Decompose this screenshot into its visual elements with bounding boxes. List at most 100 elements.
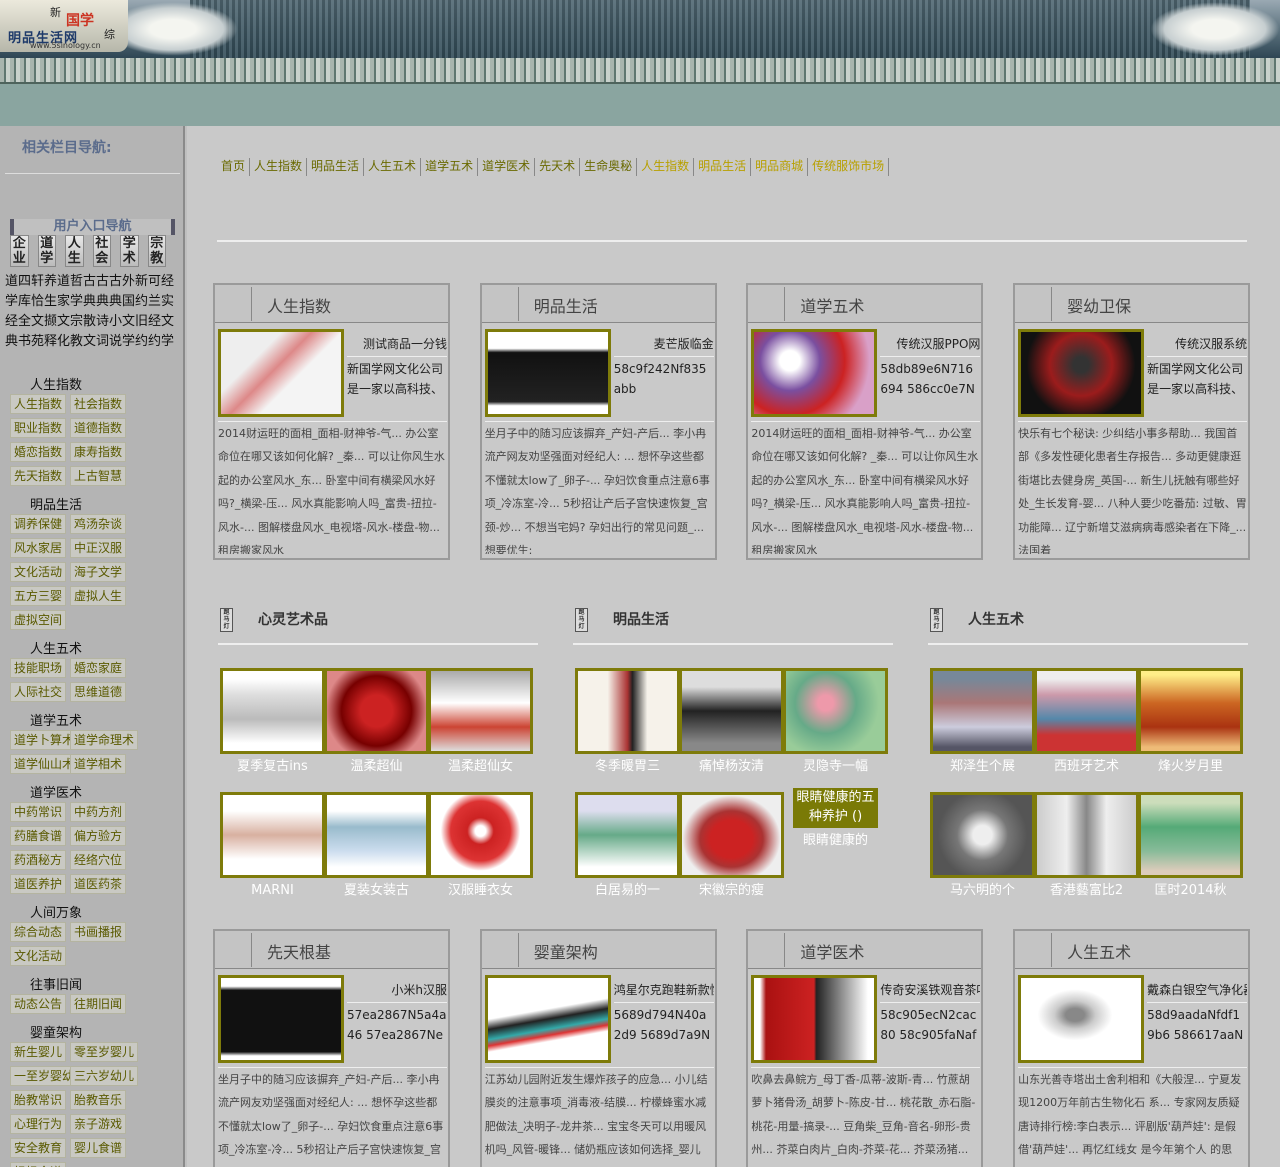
- sidebar-link[interactable]: 文化活动: [10, 562, 67, 582]
- sidebar-link[interactable]: 三六岁幼儿: [70, 1066, 139, 1086]
- panel-title-text[interactable]: 婴童架构: [534, 939, 598, 963]
- sidebar-link[interactable]: 药酒秘方: [10, 850, 67, 870]
- top-nav-item[interactable]: 人生指数: [250, 158, 308, 176]
- thumbnail-caption[interactable]: 宋徽宗的瘦: [679, 882, 784, 900]
- sidebar-link[interactable]: 虚拟人生: [70, 586, 127, 606]
- panel-title[interactable]: 婴童架构: [481, 931, 715, 969]
- sidebar-link[interactable]: 综合动态: [10, 922, 67, 942]
- panel-title[interactable]: 道学五术: [748, 285, 982, 323]
- sidebar-link[interactable]: 妈妈食谱: [10, 1162, 67, 1167]
- section-thumbnail[interactable]: [930, 668, 1035, 754]
- thumbnail-caption[interactable]: 温柔超仙女: [428, 758, 533, 776]
- section-title[interactable]: 心灵艺术品: [258, 612, 328, 628]
- panel-title[interactable]: 人生指数: [215, 285, 448, 323]
- panel-product-desc[interactable]: 58c905ecN2cac80 58c905faNaf15792: [880, 1005, 980, 1047]
- section-thumbnail[interactable]: [324, 792, 429, 878]
- thumbnail-caption[interactable]: 汉服睡衣女: [428, 882, 533, 900]
- thumbnail-caption[interactable]: 郑泽生个展: [930, 758, 1035, 776]
- panel-product-image[interactable]: [484, 975, 611, 1063]
- sidebar-link[interactable]: 中药方剂: [70, 802, 127, 822]
- panel-article-list[interactable]: 山东光善寺塔出土舍利相和《大般涅... 宁夏发现1200万年前古生物化石 系..…: [1018, 1067, 1248, 1167]
- sidebar-link[interactable]: 药膳食谱: [10, 826, 67, 846]
- panel-product-image[interactable]: [1018, 975, 1145, 1063]
- section-title[interactable]: 人生五术: [968, 612, 1024, 628]
- sidebar-link[interactable]: 职业指数: [10, 418, 67, 438]
- sidebar-link[interactable]: 调养保健: [10, 514, 67, 534]
- thumbnail-caption[interactable]: 西班牙艺术: [1034, 758, 1139, 776]
- sidebar-link[interactable]: 经络穴位: [70, 850, 127, 870]
- panel-title-text[interactable]: 先天根基: [267, 939, 331, 963]
- sidebar-link[interactable]: 技能职场: [10, 658, 67, 678]
- section-thumbnail[interactable]: [1138, 792, 1243, 878]
- thumbnail-caption[interactable]: 温柔超仙: [324, 758, 429, 776]
- thumbnail-caption[interactable]: MARNI: [220, 882, 325, 900]
- sidebar-link[interactable]: 安全教育: [10, 1138, 67, 1158]
- section-thumbnail[interactable]: [428, 792, 533, 878]
- sidebar-link[interactable]: 思维道德: [70, 682, 127, 702]
- sidebar-link[interactable]: 风水家居: [10, 538, 67, 558]
- top-nav-item[interactable]: 人生指数: [637, 158, 695, 176]
- section-header[interactable]: 跑马灯 人生五术: [930, 608, 1024, 632]
- user-entry-button[interactable]: 社会: [92, 235, 111, 267]
- panel-product-name[interactable]: 麦芒版临金: [613, 335, 714, 357]
- top-nav-item[interactable]: 明品商城: [751, 158, 809, 176]
- panel-article-list[interactable]: 坐月子中的随习应该摒弃_产妇-产后... 李小冉流产网友劝坚强面对经纪人: ..…: [484, 421, 714, 554]
- sidebar-link[interactable]: 婚恋家庭: [70, 658, 127, 678]
- sidebar-link[interactable]: 零至岁婴儿: [70, 1042, 139, 1062]
- sidebar-link[interactable]: 人际社交: [10, 682, 67, 702]
- user-entry-word-row[interactable]: 学库恰生家学典典典国约兰实: [5, 292, 183, 312]
- thumbnail-caption[interactable]: 冬季暖胃三: [575, 758, 680, 776]
- panel-product-image[interactable]: [751, 975, 878, 1063]
- panel-product-image[interactable]: [218, 329, 344, 417]
- thumbnail-caption[interactable]: 夏装女装古: [324, 882, 429, 900]
- panel-title-text[interactable]: 人生五术: [1067, 939, 1131, 963]
- section-title[interactable]: 明品生活: [613, 612, 669, 628]
- top-nav-item[interactable]: 道学医术: [478, 158, 536, 176]
- section-thumbnail[interactable]: [930, 792, 1035, 878]
- section-thumbnail[interactable]: [220, 792, 325, 878]
- panel-product-desc[interactable]: 58c9f242Nf835abb: [614, 359, 714, 401]
- sidebar-link[interactable]: 婴儿食谱: [70, 1138, 127, 1158]
- sidebar-link[interactable]: 上古智慧: [70, 466, 127, 486]
- user-entry-button[interactable]: 道学: [37, 235, 56, 267]
- panel-product-desc[interactable]: 5689d794N40a2d9 5689d7a9Nd2d48f: [614, 1005, 714, 1047]
- panel-product-desc[interactable]: 58d9aadaNfdf19b6 586617aaN888b29: [1147, 1005, 1247, 1047]
- sidebar-link[interactable]: 人生指数: [10, 394, 67, 414]
- sidebar-link[interactable]: 虚拟空间: [10, 610, 67, 630]
- panel-product-image[interactable]: [218, 975, 344, 1063]
- sidebar-link[interactable]: 中药常识: [10, 802, 67, 822]
- site-logo[interactable]: 新 国学 明品生活网 综 www.5sinology.cn: [0, 0, 128, 52]
- thumbnail-caption[interactable]: 痛悼杨汝清: [679, 758, 784, 776]
- sidebar-link[interactable]: 往期旧闻: [70, 994, 127, 1014]
- sidebar-link[interactable]: 道学命理术: [70, 730, 139, 750]
- thumbnail-caption[interactable]: 香港藝富比2: [1034, 882, 1139, 900]
- sidebar-link[interactable]: 鸡汤杂谈: [70, 514, 127, 534]
- panel-title[interactable]: 先天根基: [215, 931, 448, 969]
- panel-title-text[interactable]: 人生指数: [267, 293, 331, 317]
- sidebar-link[interactable]: 文化活动: [10, 946, 67, 966]
- panel-title-text[interactable]: 婴幼卫保: [1067, 293, 1131, 317]
- thumbnail-caption[interactable]: 夏季复古ins: [220, 758, 325, 776]
- sidebar-link[interactable]: 亲子游戏: [70, 1114, 127, 1134]
- thumbnail-caption[interactable]: 白居易的一: [575, 882, 680, 900]
- panel-product-name[interactable]: 传统汉服系统: [1147, 335, 1248, 357]
- sidebar-link[interactable]: 胎教音乐: [70, 1090, 127, 1110]
- thumbnail-caption[interactable]: 匡时2014秋: [1138, 882, 1243, 900]
- sidebar-link[interactable]: 动态公告: [10, 994, 67, 1014]
- section-thumbnail[interactable]: [679, 668, 784, 754]
- user-entry-word-row[interactable]: 道四轩养道哲古古古外新可经: [5, 272, 183, 292]
- panel-product-image[interactable]: [1018, 329, 1145, 417]
- section-thumbnail[interactable]: [324, 668, 429, 754]
- top-nav-item[interactable]: 明品生活: [694, 158, 752, 176]
- panel-title-text[interactable]: 道学五术: [800, 293, 864, 317]
- panel-product-name[interactable]: 传奇安溪铁观音茶叶: [880, 981, 981, 1003]
- sidebar-link[interactable]: 心理行为: [10, 1114, 67, 1134]
- sidebar-link[interactable]: 道医养护: [10, 874, 67, 894]
- sidebar-link[interactable]: 道学仙山术: [10, 754, 79, 774]
- sidebar-link[interactable]: 一至岁婴幼: [10, 1066, 79, 1086]
- panel-article-list[interactable]: 吹鼻去鼻鲩方_母丁香-瓜蒂-波斯-青... 竹蔗胡萝卜猪骨汤_胡萝卜-陈皮-甘.…: [751, 1067, 981, 1167]
- user-entry-button[interactable]: 宗教: [147, 235, 166, 267]
- section-header[interactable]: 跑马灯 心灵艺术品: [220, 608, 328, 632]
- sidebar-link[interactable]: 中正汉服: [70, 538, 127, 558]
- panel-product-image[interactable]: [751, 329, 878, 417]
